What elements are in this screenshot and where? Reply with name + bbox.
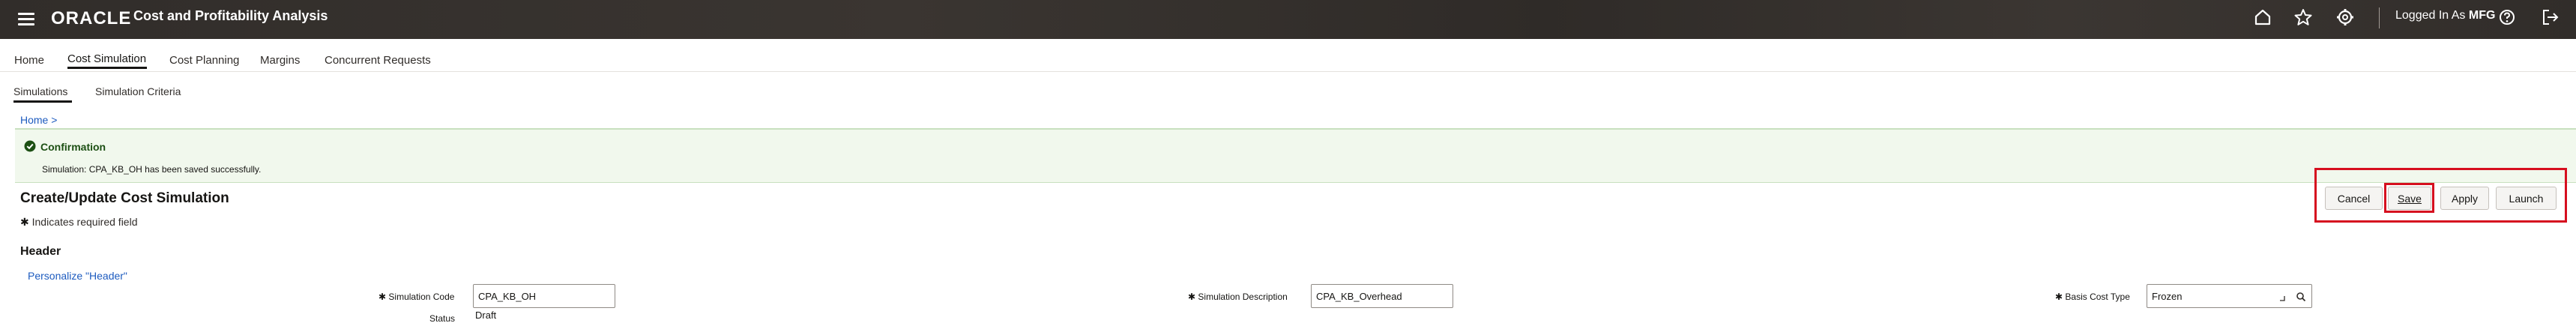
simulation-code-label: ✱ Simulation Code [378,292,454,302]
required-marker: ✱ [378,292,387,302]
tab-simulation-criteria[interactable]: Simulation Criteria [95,85,181,97]
simulation-code-input[interactable] [473,284,615,308]
basis-cost-type-label-text: Basis Cost Type [2065,292,2130,302]
help-icon[interactable] [2493,3,2521,31]
page-title: Create/Update Cost Simulation [20,190,229,206]
home-icon[interactable] [2248,3,2277,31]
section-title-header: Header [20,245,61,258]
personalize-header-link[interactable]: Personalize "Header" [28,270,127,282]
required-field-note: ✱ Indicates required field [20,216,138,229]
logged-in-label: Logged In As [2395,9,2466,22]
check-circle-icon [24,140,36,152]
status-label: Status [429,313,456,324]
simulation-description-label: ✱ Simulation Description [1188,292,1288,302]
required-marker: ✱ [2055,292,2063,302]
active-subtab-indicator [13,100,72,103]
logout-icon[interactable] [2536,3,2565,31]
user-name: MFG [2468,9,2496,22]
basis-cost-type-input[interactable] [2147,284,2312,308]
required-marker: ✱ [1188,292,1196,302]
menu-icon[interactable] [15,7,37,30]
required-note-text: Indicates required field [31,216,138,228]
tab-concurrent-requests[interactable]: Concurrent Requests [325,54,431,67]
launch-button[interactable]: Launch [2496,187,2557,210]
confirmation-title: Confirmation [40,141,106,153]
simulation-description-input[interactable] [1311,284,1453,308]
global-header: ORACLE Cost and Profitability Analysis L… [0,0,2576,39]
simulation-description-label-text: Simulation Description [1198,292,1288,302]
tab-cost-planning[interactable]: Cost Planning [169,54,239,67]
logged-in-text: Logged In As MFG [2395,9,2495,22]
simulation-code-label-text: Simulation Code [388,292,455,302]
breadcrumb[interactable]: Home > [20,114,57,126]
active-tab-indicator [67,67,147,69]
apply-button[interactable]: Apply [2440,187,2489,210]
header-divider [2379,7,2380,28]
basis-cost-type-label: ✱ Basis Cost Type [2055,292,2130,302]
required-marker: ✱ [20,216,29,228]
tab-cost-simulation[interactable]: Cost Simulation [67,52,146,65]
tab-home[interactable]: Home [14,54,44,67]
app-title: Cost and Profitability Analysis [133,8,328,23]
resize-handle-icon [2280,296,2285,301]
search-icon[interactable] [2296,292,2306,302]
confirmation-message-box: Confirmation Simulation: CPA_KB_OH has b… [15,128,2576,183]
star-icon[interactable] [2289,3,2317,31]
save-button[interactable]: Save [2388,187,2431,210]
status-value: Draft [475,310,497,321]
gear-icon[interactable] [2331,3,2359,31]
tab-simulations[interactable]: Simulations [13,85,67,97]
tab-margins[interactable]: Margins [260,54,300,67]
cancel-button[interactable]: Cancel [2325,187,2383,210]
confirmation-text: Simulation: CPA_KB_OH has been saved suc… [42,164,262,175]
oracle-logo: ORACLE [51,8,132,28]
